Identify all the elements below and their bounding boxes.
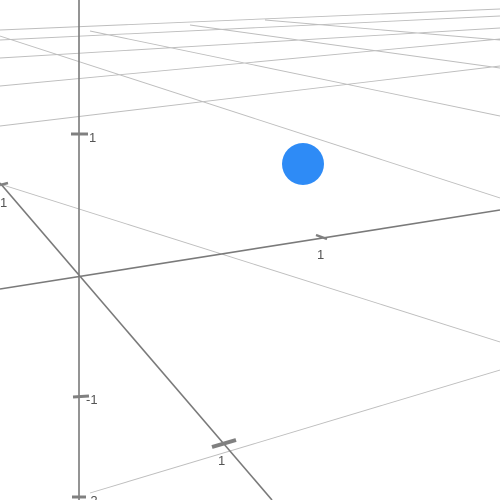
tick-diagonal-1 xyxy=(211,438,237,449)
3d-graph-svg[interactable]: 1 1 1 1 -1 -2 xyxy=(0,0,500,500)
grid-line xyxy=(0,27,500,59)
tick-label-vertical-neg-2: -2 xyxy=(86,493,98,500)
ground-grid xyxy=(0,8,500,199)
tick-label-vertical-neg-1: -1 xyxy=(86,392,98,407)
grid-line xyxy=(0,38,500,87)
tick-label-horizontal-1: 1 xyxy=(317,247,324,262)
grid-line xyxy=(0,183,500,343)
ground-grid-foreground xyxy=(0,183,500,494)
axis-horizontal xyxy=(0,209,500,290)
axis-diagonal xyxy=(0,182,273,500)
grid-line xyxy=(89,369,500,494)
tick-label-diagonal-1: 1 xyxy=(218,453,225,468)
3d-graph-canvas[interactable]: 1 1 1 1 -1 -2 xyxy=(0,0,500,500)
point-marker[interactable] xyxy=(282,143,324,185)
tick-label-diagonal-neg-1: 1 xyxy=(0,195,7,210)
tick-label-vertical-1: 1 xyxy=(89,130,96,145)
